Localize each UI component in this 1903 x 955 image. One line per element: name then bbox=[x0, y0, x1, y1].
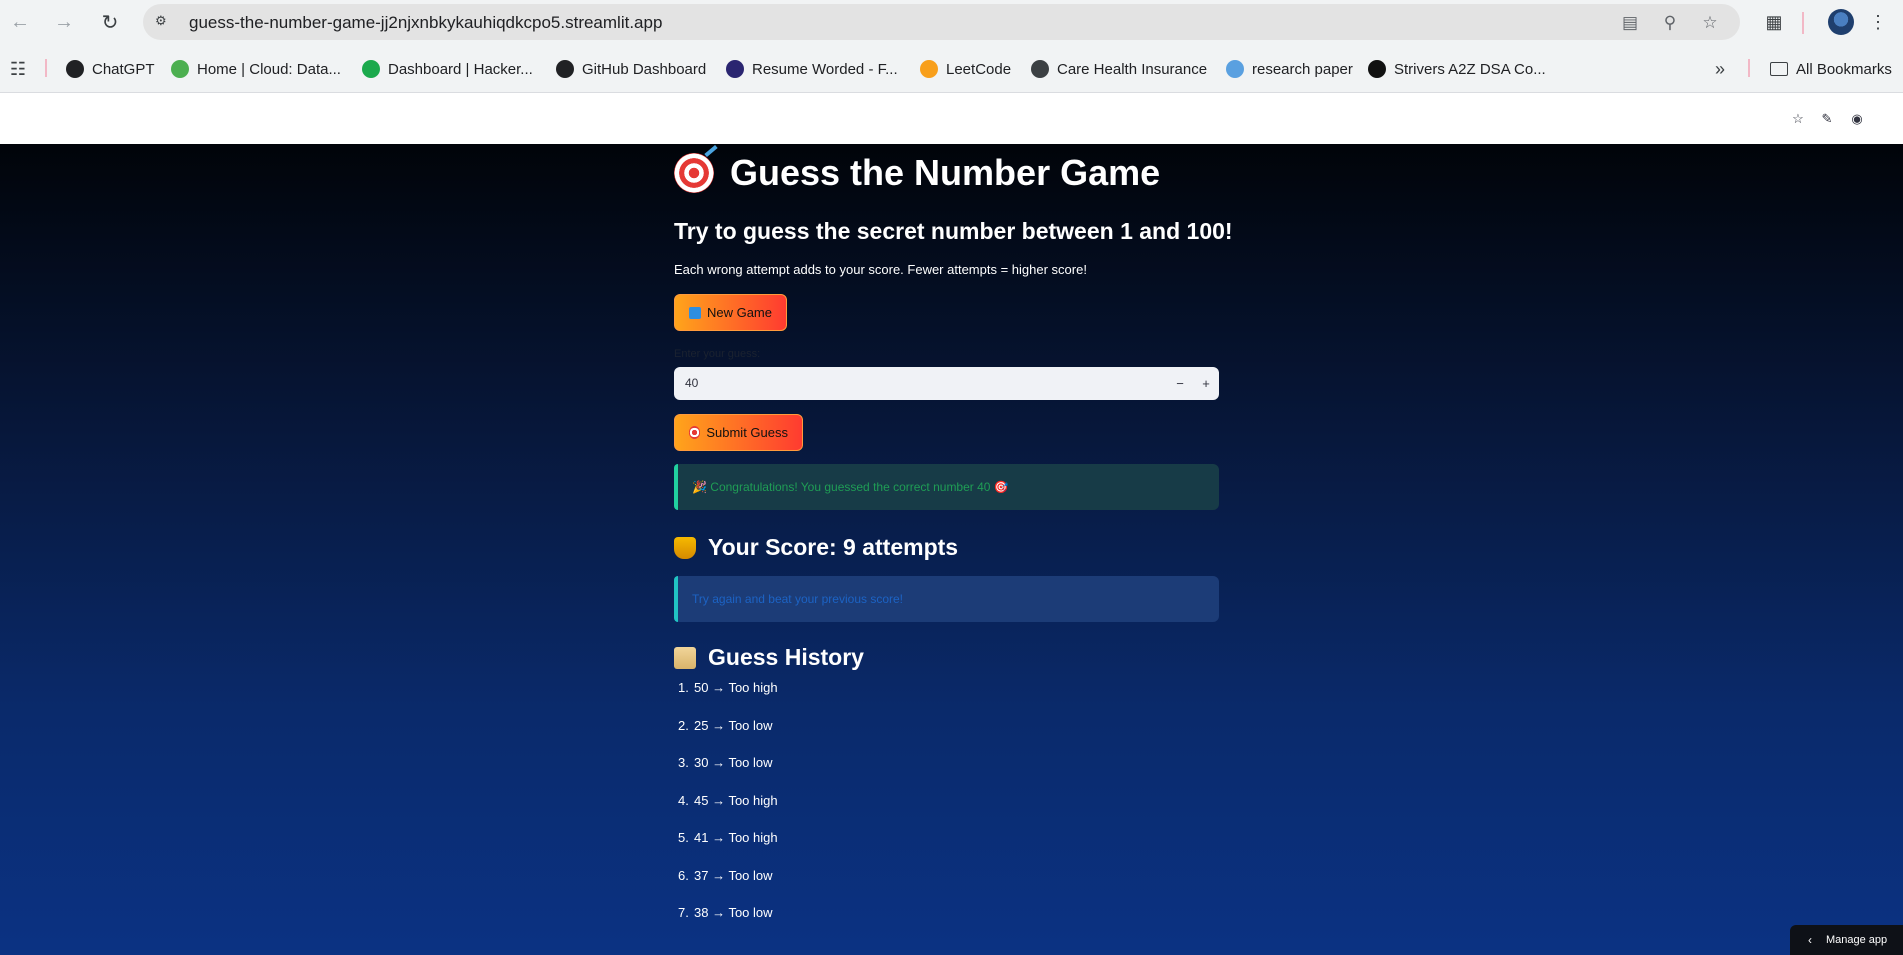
profile-avatar[interactable] bbox=[1828, 9, 1854, 35]
app-container: Guess the Number Game Try to guess the s… bbox=[0, 144, 1903, 955]
bookmark-label: Home | Cloud: Data... bbox=[197, 60, 341, 78]
forward-arrow-icon[interactable]: → bbox=[52, 10, 76, 34]
bookmark-item[interactable]: Home | Cloud: Data... bbox=[171, 58, 341, 80]
new-game-label: New Game bbox=[706, 305, 772, 320]
zoom-icon[interactable]: ⚲ bbox=[1659, 12, 1681, 34]
chrome-menu-icon[interactable]: ⋮ bbox=[1866, 10, 1890, 34]
folder-icon bbox=[1770, 62, 1788, 76]
increment-button[interactable]: + bbox=[1193, 367, 1219, 400]
research-icon bbox=[1226, 60, 1244, 78]
back-arrow-icon[interactable]: ← bbox=[8, 10, 32, 34]
bookmarks-divider-2 bbox=[1748, 59, 1750, 77]
score-heading-text: Your Score: 9 attempts bbox=[708, 534, 959, 560]
hackerrank-icon bbox=[362, 60, 380, 78]
bookmark-item[interactable]: LeetCode bbox=[920, 58, 1011, 80]
submit-guess-label: Submit Guess bbox=[706, 425, 788, 440]
globe-icon bbox=[1031, 60, 1049, 78]
bookmark-star-icon[interactable]: ☆ bbox=[1699, 12, 1721, 34]
edit-pencil-icon[interactable]: ✎ bbox=[1818, 110, 1836, 128]
submit-guess-button[interactable]: Submit Guess bbox=[674, 414, 803, 451]
list-item: 5. 41 → Too high bbox=[678, 830, 778, 845]
trophy-icon bbox=[674, 536, 696, 559]
list-item: 1. 50 → Too high bbox=[678, 680, 778, 695]
browser-toolbar: ← → ↻ ⚙ guess-the-number-game-jj2njxnbky… bbox=[0, 0, 1903, 45]
guess-input-label: Enter your guess: bbox=[674, 348, 761, 360]
guess-input-value[interactable]: 40 bbox=[685, 376, 698, 390]
history-heading-text: Guess History bbox=[708, 644, 864, 670]
streamlit-header: ☆ ✎ ◉ bbox=[0, 94, 1903, 144]
bookmarks-bar: ☷ ChatGPT Home | Cloud: Data... Dashboard … bbox=[0, 45, 1903, 93]
bookmark-item[interactable]: Care Health Insurance bbox=[1031, 58, 1207, 80]
bookmark-label: Resume Worded - F... bbox=[752, 60, 898, 78]
bookmark-label: Strivers A2Z DSA Co... bbox=[1394, 60, 1546, 78]
github-icon[interactable]: ◉ bbox=[1848, 110, 1866, 128]
url-text[interactable]: guess-the-number-game-jj2njxnbkykauhiqdk… bbox=[189, 13, 662, 33]
chevron-left-icon: ‹ bbox=[1808, 933, 1812, 947]
info-message: Try again and beat your previous score! bbox=[692, 592, 904, 606]
repeat-icon bbox=[689, 306, 701, 319]
bookmark-item[interactable]: Resume Worded - F... bbox=[726, 58, 898, 80]
bookmark-item[interactable]: research paper bbox=[1226, 58, 1353, 80]
decrement-button[interactable]: − bbox=[1167, 367, 1193, 400]
all-bookmarks-label: All Bookmarks bbox=[1796, 60, 1892, 78]
success-alert: 🎉 Congratulations! You guessed the corre… bbox=[674, 464, 1219, 510]
bookmark-item[interactable]: Strivers A2Z DSA Co... bbox=[1368, 58, 1546, 80]
list-item: 3. 30 → Too low bbox=[678, 755, 773, 770]
github-icon bbox=[556, 60, 574, 78]
list-item: 4. 45 → Too high bbox=[678, 792, 778, 808]
bookmark-item[interactable]: Dashboard | Hacker... bbox=[362, 58, 533, 80]
page-title: Guess the Number Game bbox=[674, 152, 1160, 194]
score-heading: Your Score: 9 attempts bbox=[674, 534, 958, 561]
bookmark-label: ChatGPT bbox=[92, 60, 155, 78]
guess-history-list: 1. 50 → Too high 2. 25 → Too low 3. 30 → To… bbox=[678, 680, 778, 943]
favorite-star-icon[interactable]: ☆ bbox=[1789, 110, 1807, 128]
description: Each wrong attempt adds to your score. F… bbox=[674, 262, 1087, 277]
scroll-icon bbox=[674, 646, 696, 669]
bookmark-item[interactable]: ChatGPT bbox=[66, 58, 155, 80]
success-message: 🎉 Congratulations! You guessed the corre… bbox=[692, 480, 1009, 494]
list-item: 2. 25 → Too low bbox=[678, 717, 773, 733]
reload-icon[interactable]: ↻ bbox=[98, 10, 122, 34]
site-info-icon[interactable]: ⚙ bbox=[155, 13, 175, 31]
list-item: 6. 37 → Too low bbox=[678, 867, 773, 883]
new-game-button[interactable]: New Game bbox=[674, 294, 787, 331]
bookmark-label: Dashboard | Hacker... bbox=[388, 60, 533, 78]
more-bookmarks-icon[interactable]: » bbox=[1708, 57, 1732, 81]
page-title-text: Guess the Number Game bbox=[730, 152, 1161, 193]
bookmark-label: GitHub Dashboard bbox=[582, 60, 707, 78]
chatgpt-icon bbox=[66, 60, 84, 78]
bookmark-label: Care Health Insurance bbox=[1057, 60, 1208, 78]
list-item: 7. 38 → Too low bbox=[678, 905, 773, 920]
bookmarks-divider bbox=[45, 59, 47, 77]
history-heading: Guess History bbox=[674, 644, 864, 671]
target-icon bbox=[689, 426, 701, 439]
address-bar[interactable]: ⚙ guess-the-number-game-jj2njxnbkykauhiq… bbox=[143, 4, 1740, 40]
cloud-icon bbox=[171, 60, 189, 78]
toolbar-divider bbox=[1802, 12, 1804, 34]
subtitle: Try to guess the secret number between 1… bbox=[674, 218, 1233, 244]
bookmark-label: LeetCode bbox=[946, 60, 1012, 78]
info-alert: Try again and beat your previous score! bbox=[674, 576, 1219, 622]
bookmark-item[interactable]: GitHub Dashboard bbox=[556, 58, 706, 80]
bookmark-label: research paper bbox=[1252, 60, 1353, 78]
manage-app-button[interactable]: ‹ Manage app bbox=[1790, 925, 1903, 955]
manage-app-label: Manage app bbox=[1826, 934, 1888, 946]
resume-worded-icon bbox=[726, 60, 744, 78]
apps-grid-icon[interactable]: ☷ bbox=[6, 57, 30, 81]
tuf-icon bbox=[1368, 60, 1386, 78]
extensions-icon[interactable]: ▦ bbox=[1762, 10, 1786, 34]
all-bookmarks-folder[interactable]: All Bookmarks bbox=[1770, 58, 1892, 80]
guess-number-input[interactable]: 40 − + bbox=[674, 367, 1219, 400]
leetcode-icon bbox=[920, 60, 938, 78]
target-icon bbox=[674, 153, 714, 193]
install-app-icon[interactable]: ▤ bbox=[1619, 12, 1641, 34]
